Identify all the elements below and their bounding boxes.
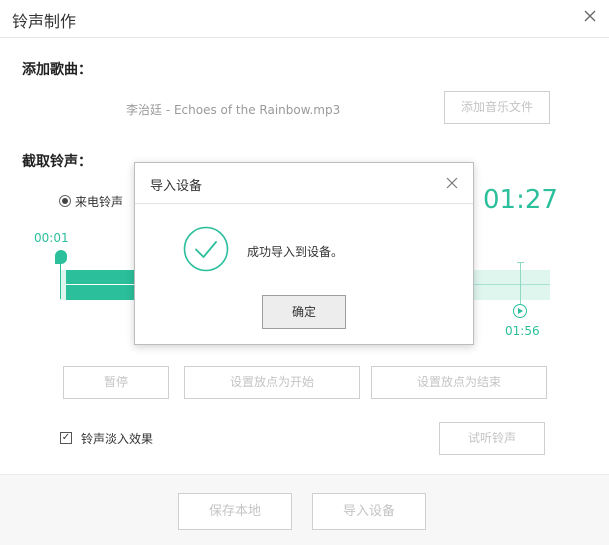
clip-ringtone-label: 截取铃声：	[22, 154, 92, 170]
song-filename: 李治廷 - Echoes of the Rainbow.mp3	[126, 103, 341, 117]
success-check-icon	[183, 226, 229, 272]
end-marker-line	[520, 262, 521, 304]
dialog-header: 导入设备	[135, 163, 473, 204]
pause-button[interactable]: 暂停	[63, 366, 169, 399]
preview-ringtone-button[interactable]: 试听铃声	[439, 422, 545, 455]
close-icon[interactable]	[583, 9, 597, 23]
fade-in-checkbox[interactable]: ✓	[60, 432, 72, 444]
dialog-title: 导入设备	[150, 179, 203, 194]
add-song-label: 添加歌曲：	[22, 62, 92, 78]
window-title: 铃声制作	[12, 12, 77, 31]
set-start-button[interactable]: 设置放点为开始	[184, 366, 360, 399]
start-time: 00:01	[34, 231, 69, 245]
set-end-button[interactable]: 设置放点为结束	[371, 366, 547, 399]
waveform-selection-baseline	[66, 284, 136, 285]
save-local-button[interactable]: 保存本地	[178, 493, 292, 530]
title-bar: 铃声制作	[0, 0, 609, 38]
ok-button[interactable]: 确定	[262, 295, 346, 329]
incoming-call-radio[interactable]	[59, 195, 71, 207]
import-device-button[interactable]: 导入设备	[312, 493, 426, 530]
dialog-close-icon[interactable]	[446, 177, 458, 189]
add-music-file-button[interactable]: 添加音乐文件	[444, 91, 550, 124]
play-marker-icon[interactable]	[513, 304, 527, 318]
waveform-selection	[66, 270, 136, 300]
end-time: 01:56	[505, 324, 540, 338]
dialog-message: 成功导入到设备。	[247, 245, 344, 259]
fade-in-label: 铃声淡入效果	[81, 432, 154, 446]
start-marker-handle[interactable]	[55, 250, 67, 264]
incoming-call-label: 来电铃声	[75, 195, 124, 209]
total-time: 01:27	[483, 185, 558, 215]
import-success-dialog: 导入设备 成功导入到设备。 确定	[134, 162, 474, 345]
footer-bar: 保存本地 导入设备	[0, 474, 609, 545]
